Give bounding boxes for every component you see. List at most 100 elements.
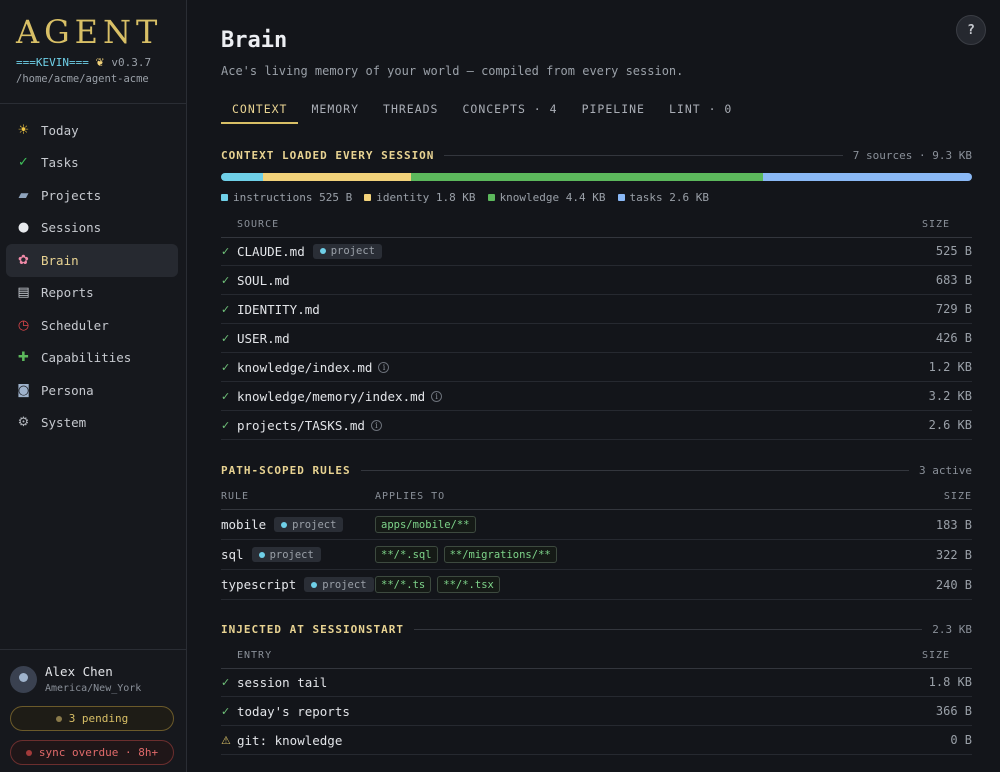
tab-lint[interactable]: LINT · 0: [658, 97, 743, 124]
size-value: 3.2 KB: [928, 389, 972, 403]
pending-button[interactable]: 3 pending: [10, 706, 174, 731]
entry-name: today's reports: [237, 703, 350, 719]
applies-to-cell: **/*.sql **/migrations/**: [375, 546, 563, 563]
size-value: 0 B: [950, 733, 972, 747]
sidebar-item-reports[interactable]: ▤ Reports: [6, 277, 178, 310]
user-profile[interactable]: Alex Chen America/New_York: [10, 664, 141, 694]
sidebar-item-brain[interactable]: ✿ Brain: [6, 244, 178, 277]
table-row[interactable]: ✓ knowledge/memory/index.md i 3.2 KB: [221, 382, 972, 411]
speech-bubble-icon: ●: [17, 220, 30, 236]
gear-icon: ⚙: [17, 415, 30, 431]
legend-item: identity 1.8 KB: [364, 191, 476, 204]
sidebar: AGENT ===KEVIN=== ❦ v0.3.7 /home/acme/ag…: [0, 0, 187, 772]
avatar: [10, 665, 37, 693]
badge-dot-icon: [258, 551, 265, 558]
rules-section: PATH-SCOPED RULES 3 active RULE APPLIES …: [221, 463, 972, 603]
source-name: SOUL.md: [237, 272, 290, 288]
table-row[interactable]: typescript project **/*.ts **/*.tsx 240 B: [221, 570, 972, 600]
col-size: SIZE: [922, 650, 951, 661]
table-row[interactable]: ✓ today's reports 366 B: [221, 697, 972, 726]
help-button[interactable]: ?: [956, 15, 986, 45]
table-row[interactable]: ⚠ git: knowledge 0 B: [221, 726, 972, 755]
info-icon[interactable]: i: [370, 419, 382, 431]
source-name: projects/TASKS.md: [237, 417, 365, 433]
sidebar-item-label: Today: [41, 122, 79, 138]
check-icon: ✓: [221, 273, 231, 287]
sidebar-item-scheduler[interactable]: ◷ Scheduler: [6, 309, 178, 342]
sidebar-item-tasks[interactable]: ✓ Tasks: [6, 147, 178, 180]
agent-tag: ===KEVIN===: [16, 56, 89, 69]
sidebar-divider: [0, 103, 186, 104]
legend-swatch: [364, 194, 372, 201]
rule-name: mobile: [221, 517, 267, 532]
size-value: 525 B: [935, 244, 972, 258]
sidebar-item-label: Sessions: [41, 220, 102, 236]
sidebar-item-projects[interactable]: ▰ Projects: [6, 179, 178, 212]
injected-section-header: INJECTED AT SESSIONSTART 2.3 KB: [221, 622, 972, 636]
section-rule: [360, 469, 910, 471]
project-badge: project: [251, 547, 321, 562]
size-value: 183 B: [935, 517, 972, 532]
injected-table-header: ENTRY SIZE: [221, 650, 972, 669]
table-row[interactable]: ✓ projects/TASKS.md i 2.6 KB: [221, 411, 972, 440]
table-row[interactable]: ✓ session tail 1.8 KB: [221, 668, 972, 697]
sidebar-item-capabilities[interactable]: ✚ Capabilities: [6, 342, 178, 375]
table-row[interactable]: ✓ IDENTITY.md 729 B: [221, 295, 972, 324]
app-logo[interactable]: AGENT: [16, 14, 162, 50]
tab-context[interactable]: CONTEXT: [221, 97, 299, 124]
sidebar-item-today[interactable]: ☀ Today: [6, 114, 178, 147]
legend-swatch: [487, 194, 495, 201]
context-legend: instructions 525 B identity 1.8 KB knowled…: [221, 191, 721, 204]
injected-section-meta: 2.3 KB: [932, 622, 972, 636]
context-bar-segment-instructions: [221, 173, 264, 181]
page-title: Brain: [221, 28, 288, 53]
user-timezone: America/New_York: [45, 683, 142, 694]
table-row[interactable]: ✓ SOUL.md 683 B: [221, 266, 972, 295]
check-icon: ✓: [221, 302, 231, 316]
col-rule: RULE: [221, 491, 250, 502]
sidebar-item-persona[interactable]: ◙ Persona: [6, 374, 178, 407]
warning-icon: ⚠: [221, 733, 231, 747]
table-row[interactable]: ✓ USER.md 426 B: [221, 324, 972, 353]
sidebar-item-sessions[interactable]: ● Sessions: [6, 212, 178, 245]
table-row[interactable]: sql project **/*.sql **/migrations/** 322 B: [221, 540, 972, 570]
legend-label: identity 1.8 KB: [376, 191, 476, 204]
avatar-person-icon: [19, 672, 28, 682]
glob-pattern: **/*.sql: [375, 546, 438, 563]
info-icon[interactable]: i: [431, 390, 443, 402]
tab-pipeline[interactable]: PIPELINE: [571, 97, 656, 124]
check-icon: ✓: [221, 675, 231, 689]
badge-label: project: [269, 548, 314, 561]
source-name: knowledge/memory/index.md: [237, 388, 426, 404]
sidebar-item-label: Scheduler: [41, 317, 109, 333]
glob-pattern: apps/mobile/**: [375, 516, 476, 533]
banana-icon: ❦: [95, 56, 105, 69]
size-value: 1.2 KB: [928, 360, 972, 374]
col-source: SOURCE: [237, 219, 280, 230]
size-value: 729 B: [935, 302, 972, 316]
col-size: SIZE: [943, 491, 972, 502]
context-bar-segment-identity: [263, 173, 411, 181]
size-value: 1.8 KB: [928, 675, 972, 689]
table-row[interactable]: mobile project apps/mobile/** 183 B: [221, 510, 972, 540]
sidebar-item-label: Capabilities: [41, 350, 132, 366]
rules-section-meta: 3 active: [919, 463, 972, 477]
context-table-header: SOURCE SIZE: [221, 219, 972, 238]
user-name: Alex Chen: [45, 664, 113, 679]
rule-name-cell: mobile project: [221, 517, 375, 532]
sidebar-item-label: System: [41, 415, 87, 431]
rule-name-cell: typescript project: [221, 577, 375, 592]
table-row[interactable]: ✓ CLAUDE.md project 525 B: [221, 237, 972, 266]
sidebar-item-label: Persona: [41, 382, 94, 398]
source-name: CLAUDE.md: [237, 243, 305, 259]
info-icon[interactable]: i: [378, 361, 390, 373]
sync-overdue-button[interactable]: sync overdue · 8h+: [10, 740, 174, 765]
rules-table-header: RULE APPLIES TO SIZE: [221, 491, 972, 510]
tab-concepts[interactable]: CONCEPTS · 4: [451, 97, 568, 124]
check-icon: ✓: [221, 418, 231, 432]
table-row[interactable]: ✓ knowledge/index.md i 1.2 KB: [221, 353, 972, 382]
sidebar-item-system[interactable]: ⚙ System: [6, 407, 178, 440]
tab-threads[interactable]: THREADS: [372, 97, 449, 124]
tab-memory[interactable]: MEMORY: [300, 97, 370, 124]
context-section-header: CONTEXT LOADED EVERY SESSION 7 sources ·…: [221, 148, 972, 162]
